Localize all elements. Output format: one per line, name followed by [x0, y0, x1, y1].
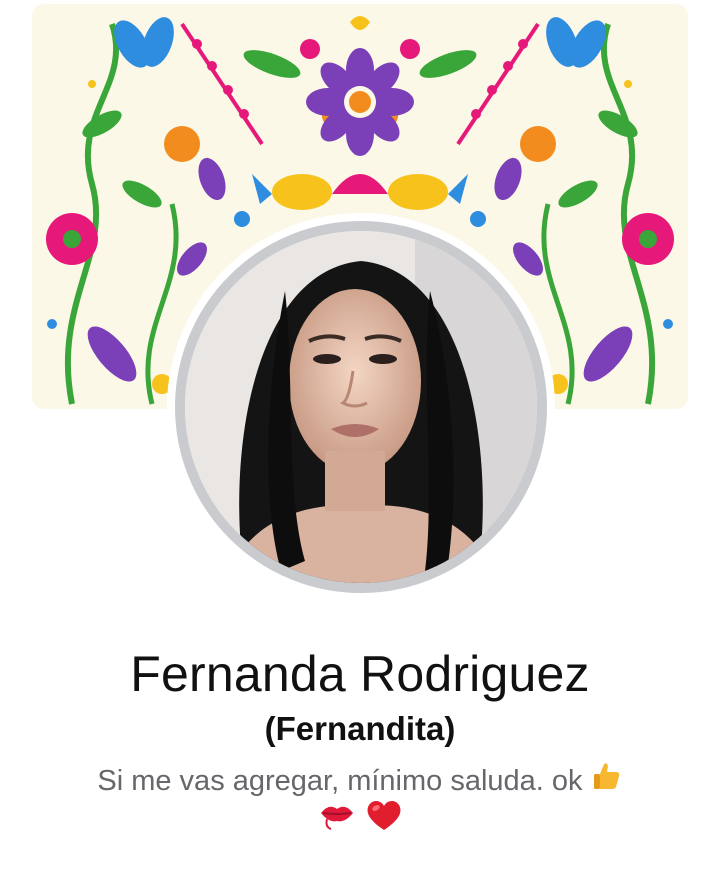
profile-nickname: (Fernandita): [264, 710, 456, 747]
bio-text: Si me vas agregar, mínimo saluda. ok: [97, 765, 583, 797]
red-heart-icon: [365, 798, 403, 845]
profile-photo-icon: [185, 231, 537, 583]
profile-picture[interactable]: [175, 221, 547, 593]
kiss-lips-icon: [317, 799, 357, 844]
profile-name: Fernanda Rodriguez: [130, 646, 590, 702]
profile-bio-emojis: [0, 798, 720, 845]
